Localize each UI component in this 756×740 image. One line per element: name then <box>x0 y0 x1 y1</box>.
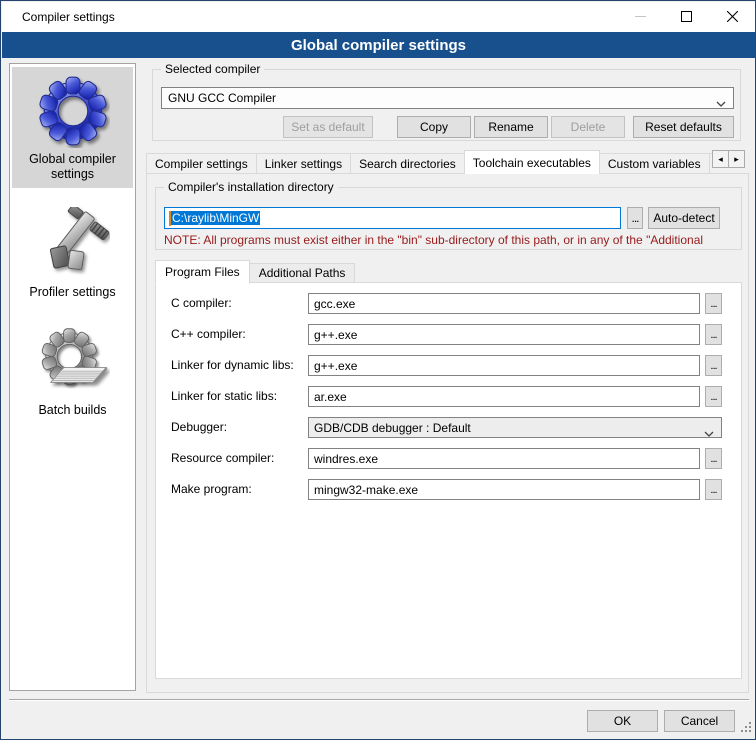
resource-compiler-input[interactable] <box>308 448 700 469</box>
field-row-resource-compiler: Resource compiler: ... <box>156 448 741 470</box>
close-icon <box>727 10 738 25</box>
c-compiler-label: C compiler: <box>171 296 232 310</box>
subtab-additional-paths[interactable]: Additional Paths <box>249 263 356 283</box>
delete-button[interactable]: Delete <box>551 116 625 138</box>
static-linker-input[interactable] <box>308 386 700 407</box>
installation-directory-value: C:\raylib\MinGW <box>171 211 260 225</box>
c-compiler-browse-button[interactable]: ... <box>705 293 722 314</box>
field-row-static-linker: Linker for static libs: ... <box>156 386 741 408</box>
installation-directory-group-label: Compiler's installation directory <box>164 180 338 194</box>
arrow-right-icon: ▸ <box>734 155 739 164</box>
tab-custom-variables[interactable]: Custom variables <box>599 153 710 174</box>
ok-button[interactable]: OK <box>587 710 658 732</box>
installation-directory-group: Compiler's installation directory C:\ray… <box>155 187 742 250</box>
debugger-label: Debugger: <box>171 420 227 434</box>
sidebar-item-label: Profiler settings <box>14 285 131 300</box>
caliper-icon <box>35 206 111 282</box>
auto-detect-button[interactable]: Auto-detect <box>648 207 720 229</box>
dynamic-linker-label: Linker for dynamic libs: <box>171 358 294 372</box>
make-program-input[interactable] <box>308 479 700 500</box>
subtab-program-files[interactable]: Program Files <box>155 260 250 284</box>
compiler-select-value: GNU GCC Compiler <box>168 91 276 105</box>
compiler-select[interactable]: GNU GCC Compiler <box>161 87 734 109</box>
selected-compiler-group: Selected compiler GNU GCC Compiler Set a… <box>152 69 741 141</box>
copy-button[interactable]: Copy <box>397 116 471 138</box>
selected-compiler-group-label: Selected compiler <box>161 62 264 76</box>
sidebar-item-label: Global compiler settings <box>14 152 131 182</box>
rename-button[interactable]: Rename <box>474 116 548 138</box>
compiler-settings-dialog: Compiler settings Global compiler settin… <box>0 0 756 740</box>
make-program-label: Make program: <box>171 482 252 496</box>
resource-compiler-browse-button[interactable]: ... <box>705 448 722 469</box>
window-controls <box>617 2 755 32</box>
dialog-header: Global compiler settings <box>2 32 755 58</box>
program-tabs: Program Files Additional Paths <box>155 259 354 283</box>
dynamic-linker-browse-button[interactable]: ... <box>705 355 722 376</box>
sidebar-item-batch-builds[interactable]: Batch builds <box>12 318 133 424</box>
resize-grip-icon[interactable] <box>739 720 752 736</box>
minimize-icon <box>635 10 646 25</box>
reset-defaults-button[interactable]: Reset defaults <box>633 116 734 138</box>
tab-compiler-settings[interactable]: Compiler settings <box>146 153 257 174</box>
field-row-make-program: Make program: ... <box>156 479 741 501</box>
minimize-button[interactable] <box>617 2 663 32</box>
make-program-browse-button[interactable]: ... <box>705 479 722 500</box>
sidebar-item-profiler-settings[interactable]: Profiler settings <box>12 200 133 306</box>
debugger-select-value: GDB/CDB debugger : Default <box>314 421 471 435</box>
cpp-compiler-label: C++ compiler: <box>171 327 246 341</box>
arrow-left-icon: ◂ <box>718 155 723 164</box>
installation-directory-input[interactable]: C:\raylib\MinGW <box>164 207 621 229</box>
browse-directory-button[interactable]: ... <box>627 207 643 229</box>
sidebar-item-label: Batch builds <box>14 403 131 418</box>
tab-toolchain-executables[interactable]: Toolchain executables <box>464 150 600 174</box>
set-as-default-button[interactable]: Set as default <box>283 116 373 138</box>
static-linker-browse-button[interactable]: ... <box>705 386 722 407</box>
field-row-c-compiler: C compiler: ... <box>156 293 741 315</box>
field-row-dynamic-linker: Linker for dynamic libs: ... <box>156 355 741 377</box>
cancel-button[interactable]: Cancel <box>664 710 735 732</box>
sidebar-item-global-compiler-settings[interactable]: Global compiler settings <box>12 67 133 188</box>
program-files-panel: C compiler: ... C++ compiler: ... Linker… <box>155 282 742 679</box>
dynamic-linker-input[interactable] <box>308 355 700 376</box>
chevron-down-icon <box>704 426 714 440</box>
bin-subdirectory-note: NOTE: All programs must exist either in … <box>164 233 741 247</box>
toolchain-executables-panel: Compiler's installation directory C:\ray… <box>146 173 749 693</box>
field-row-debugger: Debugger: GDB/CDB debugger : Default <box>156 417 741 439</box>
settings-category-list: Global compiler settings <box>9 63 136 691</box>
blue-gear-icon <box>35 73 111 149</box>
cpp-compiler-input[interactable] <box>308 324 700 345</box>
static-linker-label: Linker for static libs: <box>171 389 277 403</box>
tab-scroll-right-button[interactable]: ▸ <box>728 150 745 168</box>
footer-divider <box>9 699 749 701</box>
titlebar: Compiler settings <box>2 2 755 32</box>
tab-scroll-left-button[interactable]: ◂ <box>712 150 729 168</box>
tab-scroll-buttons: ◂ ▸ <box>712 150 745 168</box>
maximize-button[interactable] <box>663 2 709 32</box>
debugger-select[interactable]: GDB/CDB debugger : Default <box>308 417 722 438</box>
tab-linker-settings[interactable]: Linker settings <box>256 153 351 174</box>
chevron-down-icon <box>716 96 726 110</box>
settings-tabs: Compiler settings Linker settings Search… <box>146 148 712 174</box>
resource-compiler-label: Resource compiler: <box>171 451 274 465</box>
maximize-icon <box>681 10 692 25</box>
gray-gear-stack-icon <box>35 324 111 400</box>
close-button[interactable] <box>709 2 755 32</box>
tab-search-directories[interactable]: Search directories <box>350 153 465 174</box>
compiler-actions: Set as default Copy Rename Delete Reset … <box>161 116 734 138</box>
window-title: Compiler settings <box>2 10 115 24</box>
field-row-cpp-compiler: C++ compiler: ... <box>156 324 741 346</box>
c-compiler-input[interactable] <box>308 293 700 314</box>
cpp-compiler-browse-button[interactable]: ... <box>705 324 722 345</box>
